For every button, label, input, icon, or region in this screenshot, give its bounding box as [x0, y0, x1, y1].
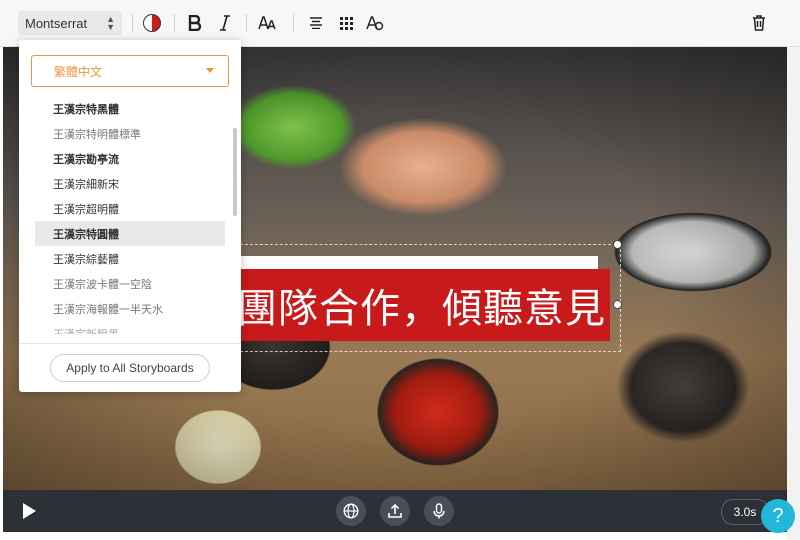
resize-handle-bottom-right[interactable] [613, 300, 622, 309]
font-family-value: Montserrat [25, 15, 88, 31]
font-list-scrollbar[interactable] [233, 128, 237, 216]
select-arrows-icon: ▲ ▼ [106, 14, 115, 32]
selection-frame [235, 244, 621, 352]
font-option[interactable]: 王漢宗海報體一半天水 [35, 296, 225, 321]
right-scroll-strip [787, 47, 800, 540]
font-size-icon [258, 16, 276, 30]
font-option[interactable]: 王漢宗特明體標準 [35, 121, 225, 146]
toolbar-divider [293, 14, 294, 32]
font-option[interactable]: 王漢宗超明體 [35, 196, 225, 221]
voiceover-button[interactable] [424, 496, 454, 526]
bold-button[interactable] [182, 11, 208, 35]
play-icon[interactable] [23, 503, 36, 519]
font-list: 王漢宗特黑體 王漢宗特明體標準 王漢宗勘亭流 王漢宗細新宋 王漢宗超明體 王漢宗… [35, 96, 225, 334]
text-effect-icon [366, 16, 384, 31]
italic-icon [220, 15, 230, 31]
help-icon: ? [772, 504, 784, 527]
delete-button[interactable] [746, 11, 772, 35]
language-select[interactable]: 繁體中文 [31, 55, 229, 87]
toolbar-divider [246, 14, 247, 32]
microphone-icon [433, 503, 445, 519]
font-dropdown-panel: 繁體中文 王漢宗特黑體 王漢宗特明體標準 王漢宗勘亭流 王漢宗細新宋 王漢宗超明… [19, 40, 241, 392]
duration-value: 3.0s [733, 505, 757, 519]
apply-to-all-button[interactable]: Apply to All Storyboards [50, 354, 210, 382]
text-effect-button[interactable] [362, 11, 388, 35]
panel-divider [19, 343, 241, 344]
language-button[interactable] [336, 496, 366, 526]
toolbar-divider [132, 14, 133, 32]
text-color-button[interactable] [139, 11, 165, 35]
playback-bar: 3.0s [3, 490, 787, 532]
font-family-select[interactable]: Montserrat ▲ ▼ [18, 11, 122, 35]
font-option[interactable]: 王漢宗特黑體 [35, 96, 225, 121]
toolbar-divider [174, 14, 175, 32]
apply-to-all-label: Apply to All Storyboards [66, 361, 194, 375]
align-center-icon [310, 17, 322, 29]
font-option[interactable]: 王漢宗細新宋 [35, 171, 225, 196]
resize-handle-top-right[interactable] [613, 240, 622, 249]
caret-down-icon [206, 68, 214, 73]
font-size-button[interactable] [254, 11, 280, 35]
font-option[interactable]: 王漢宗勘亭流 [35, 146, 225, 171]
font-option[interactable]: 王漢宗新粗黑 [35, 321, 225, 335]
font-option[interactable]: 王漢宗波卡體一空陰 [35, 271, 225, 296]
grid-icon [339, 16, 353, 30]
upload-icon [388, 503, 402, 518]
upload-button[interactable] [380, 496, 410, 526]
help-button[interactable]: ? [761, 499, 795, 533]
grid-button[interactable] [333, 11, 359, 35]
color-swatch-icon [143, 14, 161, 32]
italic-button[interactable] [212, 11, 238, 35]
bold-icon [188, 15, 202, 31]
font-option-selected[interactable]: 王漢宗特圓體 [35, 221, 225, 246]
language-value: 繁體中文 [54, 64, 103, 79]
align-center-button[interactable] [303, 11, 329, 35]
trash-icon [753, 15, 765, 31]
font-option[interactable]: 王漢宗綜藝體 [35, 246, 225, 271]
globe-icon [343, 503, 359, 519]
